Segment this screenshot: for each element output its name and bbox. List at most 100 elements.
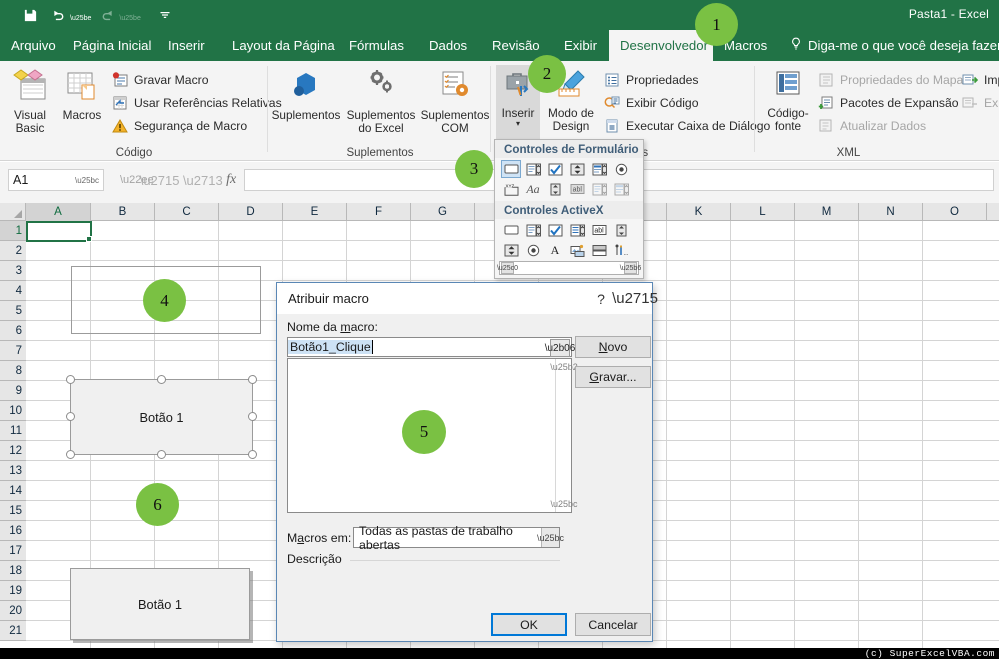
tell-me-box[interactable]: Diga-me o que você deseja fazer [790, 30, 999, 61]
ax-image-icon[interactable] [567, 241, 587, 259]
chevron-down-icon[interactable]: ▾ [516, 119, 520, 129]
column-header-A[interactable]: A [26, 203, 91, 221]
collapse-dialog-icon[interactable]: \u2b06 [545, 339, 575, 357]
row-header-7[interactable]: 7 [0, 341, 26, 361]
row-header-10[interactable]: 10 [0, 401, 26, 421]
list-box-control-icon[interactable] [589, 160, 609, 178]
row-header-18[interactable]: 18 [0, 561, 26, 581]
row-header-5[interactable]: 5 [0, 301, 26, 321]
exibir-codigo-button[interactable]: Exibir Código [604, 95, 698, 111]
confirm-icon[interactable]: \u2713 [183, 173, 223, 188]
column-header-K[interactable]: K [667, 203, 731, 221]
importar-button[interactable]: Imp [962, 72, 999, 88]
column-header-F[interactable]: F [347, 203, 411, 221]
scroll-bar-control-icon[interactable] [545, 180, 565, 198]
gravar-button[interactable]: Gravar... [575, 366, 651, 388]
row-header-17[interactable]: 17 [0, 541, 26, 561]
chevron-down-icon[interactable]: \u25bc [75, 176, 99, 185]
codigo-fonte-button[interactable]: Código- fonte [760, 69, 816, 134]
group-box-control-icon[interactable]: XYZ [501, 180, 521, 198]
tab-dados[interactable]: Dados [418, 30, 481, 61]
insert-controls-popup[interactable]: Controles de Formulário XYZ Aa abl Contr… [494, 139, 644, 279]
usar-referencias-relativas-button[interactable]: Usar Referências Relativas [112, 95, 282, 111]
resize-handle-mr[interactable] [248, 412, 257, 421]
text-field-control-icon[interactable]: abl [567, 180, 587, 198]
tab-exibir[interactable]: Exibir [553, 30, 609, 61]
redo-dropdown-icon[interactable]: \u25be [119, 15, 140, 22]
column-header-D[interactable]: D [219, 203, 283, 221]
name-box[interactable]: A1 \u25bc [8, 169, 104, 191]
resize-handle-bl[interactable] [66, 450, 75, 459]
resize-handle-bc[interactable] [157, 450, 166, 459]
row-header-20[interactable]: 20 [0, 601, 26, 621]
row-header-21[interactable]: 21 [0, 621, 26, 641]
executar-caixa-de-dialogo-button[interactable]: Executar Caixa de Diálogo [604, 118, 770, 134]
ax-scroll-bar-icon[interactable] [611, 221, 631, 239]
row-header-16[interactable]: 16 [0, 521, 26, 541]
row-header-19[interactable]: 19 [0, 581, 26, 601]
undo-icon[interactable] [46, 4, 70, 26]
save-icon[interactable] [18, 4, 42, 26]
atualizar-dados-button[interactable]: Atualizar Dados [818, 118, 926, 134]
row-header-1[interactable]: 1 [0, 221, 26, 241]
cancelar-button[interactable]: Cancelar [575, 613, 651, 636]
row-header-12[interactable]: 12 [0, 441, 26, 461]
propriedades-do-mapa-button[interactable]: Propriedades do Mapa [818, 72, 963, 88]
row-header-11[interactable]: 11 [0, 421, 26, 441]
column-header-N[interactable]: N [859, 203, 923, 221]
tab-layout-da-pagina[interactable]: Layout da Página [221, 30, 338, 61]
ax-text-box-icon[interactable]: abl [589, 221, 609, 239]
seguranca-de-macro-button[interactable]: Segurança de Macro [112, 118, 247, 134]
row-header-4[interactable]: 4 [0, 281, 26, 301]
row-header-14[interactable]: 14 [0, 481, 26, 501]
combo-list-edit-icon[interactable] [589, 180, 609, 198]
scroll-down-icon[interactable]: \u25bc [550, 496, 577, 512]
resize-handle-ml[interactable] [66, 412, 75, 421]
customize-qat-icon[interactable] [153, 4, 177, 26]
controls-popup-scrollbar[interactable]: \u25c0 \u25b6 [497, 261, 641, 275]
ax-more-controls-icon[interactable]: ... [611, 241, 631, 259]
scroll-left-icon[interactable]: \u25c0 [497, 262, 518, 274]
check-box-control-icon[interactable] [545, 160, 565, 178]
resize-handle-br[interactable] [248, 450, 257, 459]
suplementos-button[interactable]: Suplementos [269, 69, 343, 122]
macros-button[interactable]: Macros [58, 69, 106, 122]
row-header-2[interactable]: 2 [0, 241, 26, 261]
column-header-B[interactable]: B [91, 203, 155, 221]
form-button-selected[interactable]: Botão 1 [70, 379, 253, 455]
button-control-icon[interactable] [501, 160, 521, 178]
column-header-E[interactable]: E [283, 203, 347, 221]
novo-button[interactable]: Novo [575, 336, 651, 358]
tab-pagina-inicial[interactable]: Página Inicial [62, 30, 157, 61]
combo-box-control-icon[interactable] [523, 160, 543, 178]
tab-arquivo[interactable]: Arquivo [0, 30, 62, 61]
resize-handle-tc[interactable] [157, 375, 166, 384]
undo-dropdown-icon[interactable]: \u25be [70, 15, 91, 22]
ax-list-box-icon[interactable] [567, 221, 587, 239]
propriedades-button[interactable]: Propriedades [604, 72, 699, 88]
chevron-down-icon[interactable]: \u25bc [537, 528, 564, 547]
macros-in-combo[interactable]: Todas as pastas de trabalho abertas \u25… [353, 524, 564, 552]
ax-label-icon[interactable]: A [545, 241, 565, 259]
row-header-6[interactable]: 6 [0, 321, 26, 341]
spin-button-control-icon[interactable] [567, 160, 587, 178]
ok-button[interactable]: OK [491, 613, 567, 636]
ax-toggle-button-icon[interactable] [589, 241, 609, 259]
suplementos-do-excel-button[interactable]: Suplementos do Excel [343, 69, 419, 136]
ax-check-box-icon[interactable] [545, 221, 565, 239]
column-header-O[interactable]: O [923, 203, 987, 221]
column-header-L[interactable]: L [731, 203, 795, 221]
row-header-13[interactable]: 13 [0, 461, 26, 481]
cancel-icon[interactable]: \u2715 [140, 173, 180, 188]
form-button-bottom[interactable]: Botão 1 [70, 568, 250, 640]
scroll-up-icon[interactable]: \u25b2 [550, 359, 578, 375]
ax-option-button-icon[interactable] [523, 241, 543, 259]
pacotes-de-expansao-button[interactable]: Pacotes de Expansão [818, 95, 959, 111]
label-control-icon[interactable]: Aa [523, 180, 543, 198]
ax-combo-box-icon[interactable] [523, 221, 543, 239]
insert-function-icon[interactable]: fx [226, 172, 236, 188]
column-header-G[interactable]: G [411, 203, 475, 221]
active-cell-A1[interactable] [26, 221, 92, 242]
row-header-3[interactable]: 3 [0, 261, 26, 281]
resize-handle-tr[interactable] [248, 375, 257, 384]
